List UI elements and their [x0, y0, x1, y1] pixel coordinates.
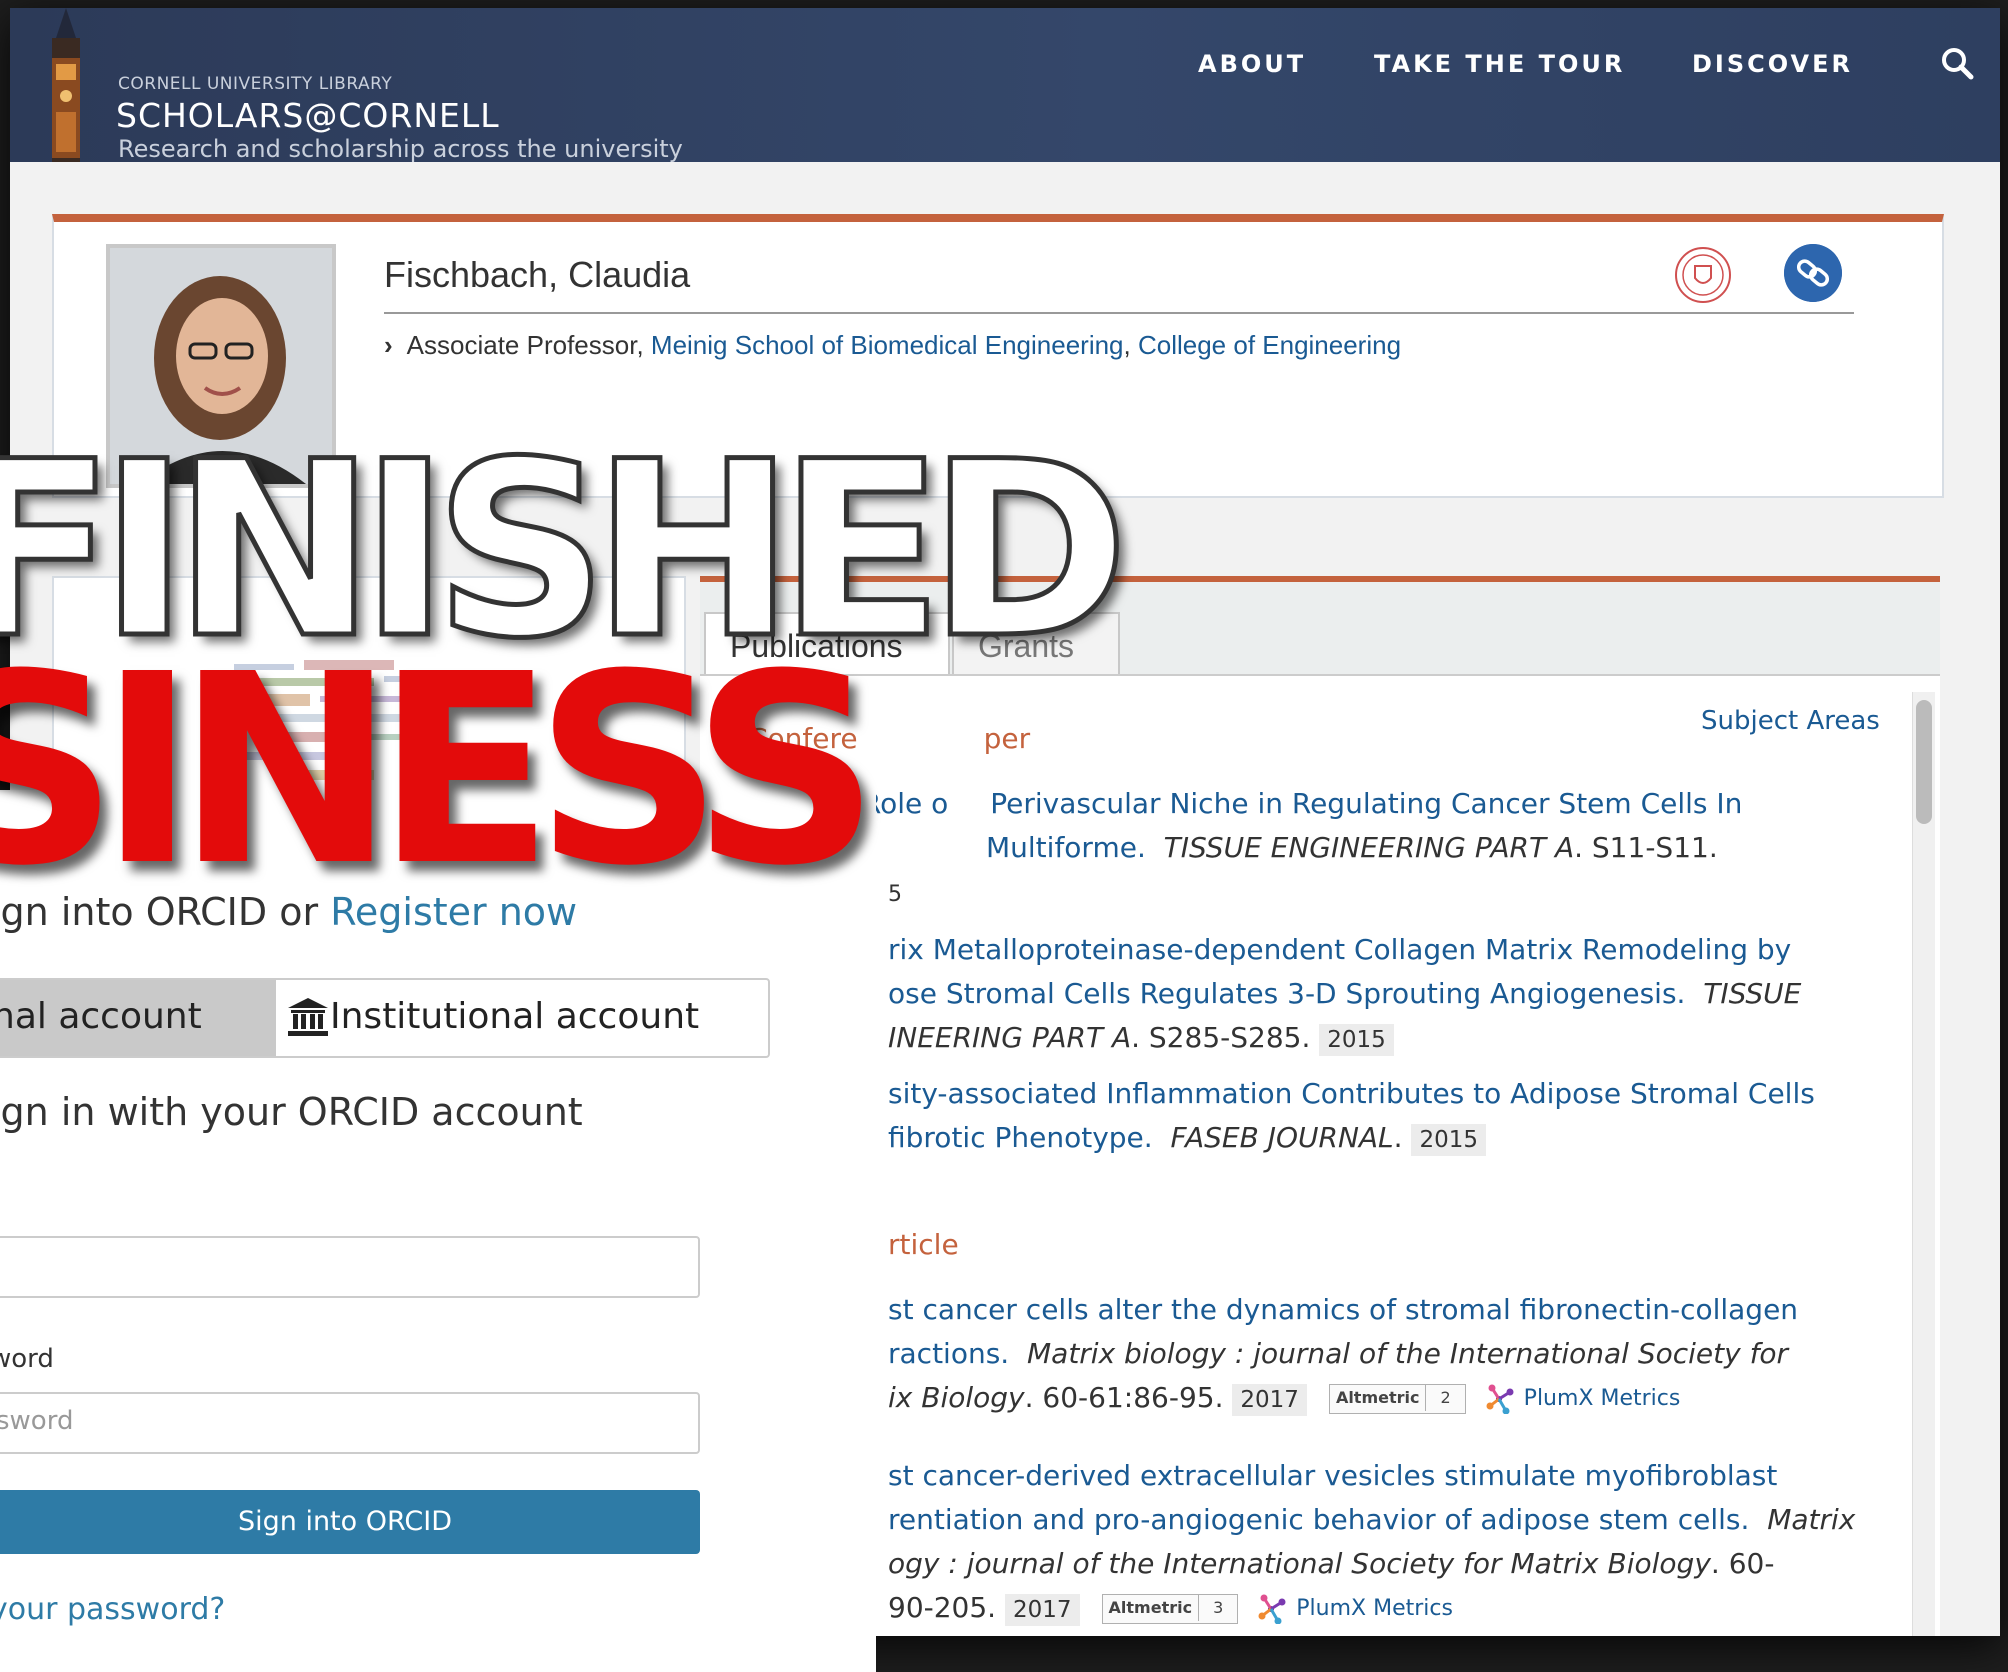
site-tagline: Research and scholarship across the univ…: [118, 135, 683, 163]
publication-item: he Role o Perivascular Niche in Regulatin…: [818, 782, 1818, 917]
library-label: CORNELL UNIVERSITY LIBRARY: [118, 74, 393, 94]
publication-journal: ogy : journal of the International Socie…: [888, 1547, 1711, 1580]
publication-journal: Matrix biology : journal of the Internat…: [1027, 1337, 1789, 1370]
position-title: Associate Professor,: [406, 330, 644, 360]
nav-take-the-tour[interactable]: TAKE THE TOUR: [1374, 50, 1625, 78]
year-badge: 2017: [1004, 1594, 1080, 1626]
year-badge: 2015: [1411, 1124, 1486, 1156]
college-link[interactable]: College of Engineering: [1138, 330, 1401, 360]
cornell-seal-icon: [1675, 247, 1731, 303]
department-link[interactable]: Meinig School of Biomedical Engineering: [651, 330, 1124, 360]
publication-pages: 90-205.: [888, 1591, 997, 1624]
scrollbar[interactable]: [1912, 692, 1935, 1636]
sign-into-orcid-button[interactable]: Sign into ORCID: [0, 1490, 700, 1554]
plumx-icon: [1486, 1384, 1514, 1414]
publication-item: rix Metalloproteinase-dependent Collagen…: [888, 928, 1888, 1060]
publications-panel: Publications Grants Subject Areas Confer…: [700, 576, 1940, 1636]
publication-title[interactable]: st cancer-derived extracellular vesicles…: [888, 1459, 1777, 1492]
publication-journal: TISSUE: [1703, 977, 1802, 1010]
name-divider: [384, 312, 1854, 314]
publication-title[interactable]: rix Metalloproteinase-dependent Collagen…: [888, 933, 1791, 966]
password-field[interactable]: sword: [0, 1392, 700, 1454]
publication-title[interactable]: ractions.: [888, 1337, 1009, 1370]
publication-item: st cancer-derived extracellular vesicles…: [888, 1454, 1888, 1631]
chevron-right-icon: ›: [384, 330, 393, 360]
publication-title[interactable]: rentiation and pro-angiogenic behavior o…: [888, 1503, 1749, 1536]
altmetric-badge[interactable]: Altmetric 2: [1328, 1384, 1466, 1414]
search-icon[interactable]: [1940, 46, 1974, 80]
publication-title[interactable]: ose Stromal Cells Regulates 3-D Sproutin…: [888, 977, 1685, 1010]
publication-item: st cancer cells alter the dynamics of st…: [888, 1288, 1888, 1421]
clock-tower-logo-icon: [52, 8, 80, 162]
site-header: CORNELL UNIVERSITY LIBRARY SCHOLARS@CORN…: [10, 8, 2000, 163]
forgot-password-link[interactable]: your password?: [0, 1592, 225, 1627]
publication-journal: ix Biology: [888, 1381, 1025, 1414]
account-type-toggle: nal account Institutional account: [0, 978, 770, 1058]
year-badge: 2017: [1232, 1384, 1307, 1416]
publication-title[interactable]: sity-associated Inflammation Contributes…: [888, 1077, 1815, 1110]
plumx-icon: [1258, 1594, 1286, 1624]
section-journal-article: rticle: [888, 1228, 959, 1261]
publication-title[interactable]: fibrotic Phenotype.: [888, 1121, 1153, 1154]
personal-account-tab[interactable]: nal account: [0, 980, 276, 1056]
altmetric-badge[interactable]: Altmetric 3: [1101, 1594, 1239, 1624]
profile-name: Fischbach, Claudia: [384, 254, 691, 295]
publication-title[interactable]: st cancer cells alter the dynamics of st…: [888, 1293, 1798, 1326]
nav-discover[interactable]: DISCOVER: [1692, 50, 1853, 78]
plumx-metrics-link[interactable]: PlumX Metrics: [1256, 1587, 1453, 1631]
link-icon[interactable]: [1784, 244, 1842, 302]
site-name[interactable]: SCHOLARS@CORNELL: [116, 96, 500, 135]
nav-about[interactable]: ABOUT: [1198, 50, 1306, 78]
plumx-metrics-link[interactable]: PlumX Metrics: [1484, 1377, 1680, 1421]
signin-subheading: ign in with your ORCID account: [0, 1090, 583, 1134]
publication-year-fragment: 5: [888, 882, 902, 907]
publication-pages: . S285-S285.: [1131, 1021, 1311, 1054]
publication-title[interactable]: Multiforme.: [986, 831, 1146, 864]
email-field[interactable]: [0, 1236, 700, 1298]
year-badge: 2015: [1319, 1024, 1394, 1056]
publication-pages: . S11-S11.: [1574, 831, 1718, 864]
subject-areas-link[interactable]: Subject Areas: [1701, 706, 1880, 736]
institutional-account-tab[interactable]: Institutional account: [278, 980, 768, 1056]
publication-journal: FASEB JOURNAL: [1170, 1121, 1394, 1154]
publication-journal: INEERING PART A: [888, 1021, 1132, 1054]
publication-journal: TISSUE ENGINEERING PART A: [1163, 831, 1575, 864]
publication-pages: . 60-61:86-95.: [1024, 1381, 1224, 1414]
publication-item: sity-associated Inflammation Contributes…: [888, 1077, 1815, 1156]
publication-journal: Matrix: [1767, 1503, 1856, 1536]
password-label: word: [0, 1344, 54, 1374]
scrollbar-thumb[interactable]: [1916, 700, 1932, 824]
publication-title[interactable]: Perivascular Niche in Regulating Cancer …: [990, 787, 1742, 820]
institution-icon: [288, 998, 328, 1036]
profile-position: › Associate Professor, Meinig School of B…: [384, 330, 1402, 360]
meme-caption-line-2: SINESS: [0, 618, 880, 923]
